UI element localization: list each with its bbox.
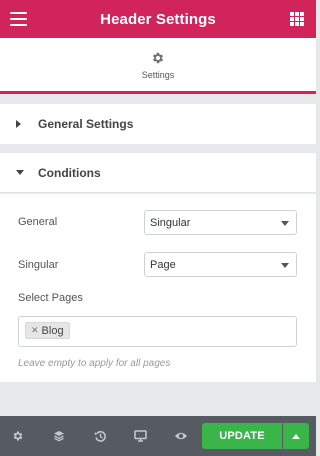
responsive-icon[interactable] (133, 429, 147, 443)
caret-right-icon (16, 120, 36, 128)
section-conditions-label: Conditions (38, 165, 101, 180)
general-label: General (18, 216, 58, 228)
select-pages-input[interactable]: ✕ Blog (18, 316, 297, 347)
chevron-down-icon (281, 221, 289, 226)
layers-icon[interactable] (52, 429, 66, 443)
section-general-settings-label: General Settings (38, 117, 134, 131)
caret-down-icon (16, 169, 36, 176)
header-title: Header Settings (100, 10, 216, 28)
tab-settings[interactable]: Settings (141, 51, 175, 80)
tab-settings-label: Settings (141, 69, 175, 80)
hamburger-icon[interactable] (10, 12, 27, 26)
header-bar: Header Settings (0, 0, 316, 38)
caret-up-icon (292, 433, 300, 439)
conditions-panel: General Singular Singular Page Select Pa… (0, 194, 316, 382)
general-select-value: Singular (150, 216, 191, 229)
update-button[interactable]: UPDATE (202, 423, 282, 449)
eye-icon[interactable] (174, 429, 188, 443)
update-options-button[interactable] (283, 423, 309, 449)
select-pages-hint: Leave empty to apply for all pages (18, 358, 171, 369)
page-tag: ✕ Blog (25, 322, 70, 339)
singular-label: Singular (18, 259, 59, 271)
general-select[interactable]: Singular (144, 210, 297, 235)
page-tag-label: Blog (41, 324, 64, 337)
section-conditions[interactable]: Conditions (0, 153, 316, 193)
tab-bar: Settings (0, 38, 316, 92)
grid-icon[interactable] (290, 12, 304, 26)
gear-icon (152, 52, 164, 63)
history-icon[interactable] (93, 429, 107, 443)
gear-icon[interactable] (11, 429, 25, 443)
section-general-settings[interactable]: General Settings (0, 104, 316, 144)
remove-tag-icon[interactable]: ✕ (31, 325, 39, 336)
singular-select-value: Page (150, 258, 176, 271)
singular-select[interactable]: Page (144, 252, 297, 277)
chevron-down-icon (281, 263, 289, 268)
footer-bar: UPDATE (0, 416, 316, 456)
active-tab-indicator (0, 91, 316, 94)
select-pages-label: Select Pages (18, 292, 83, 304)
